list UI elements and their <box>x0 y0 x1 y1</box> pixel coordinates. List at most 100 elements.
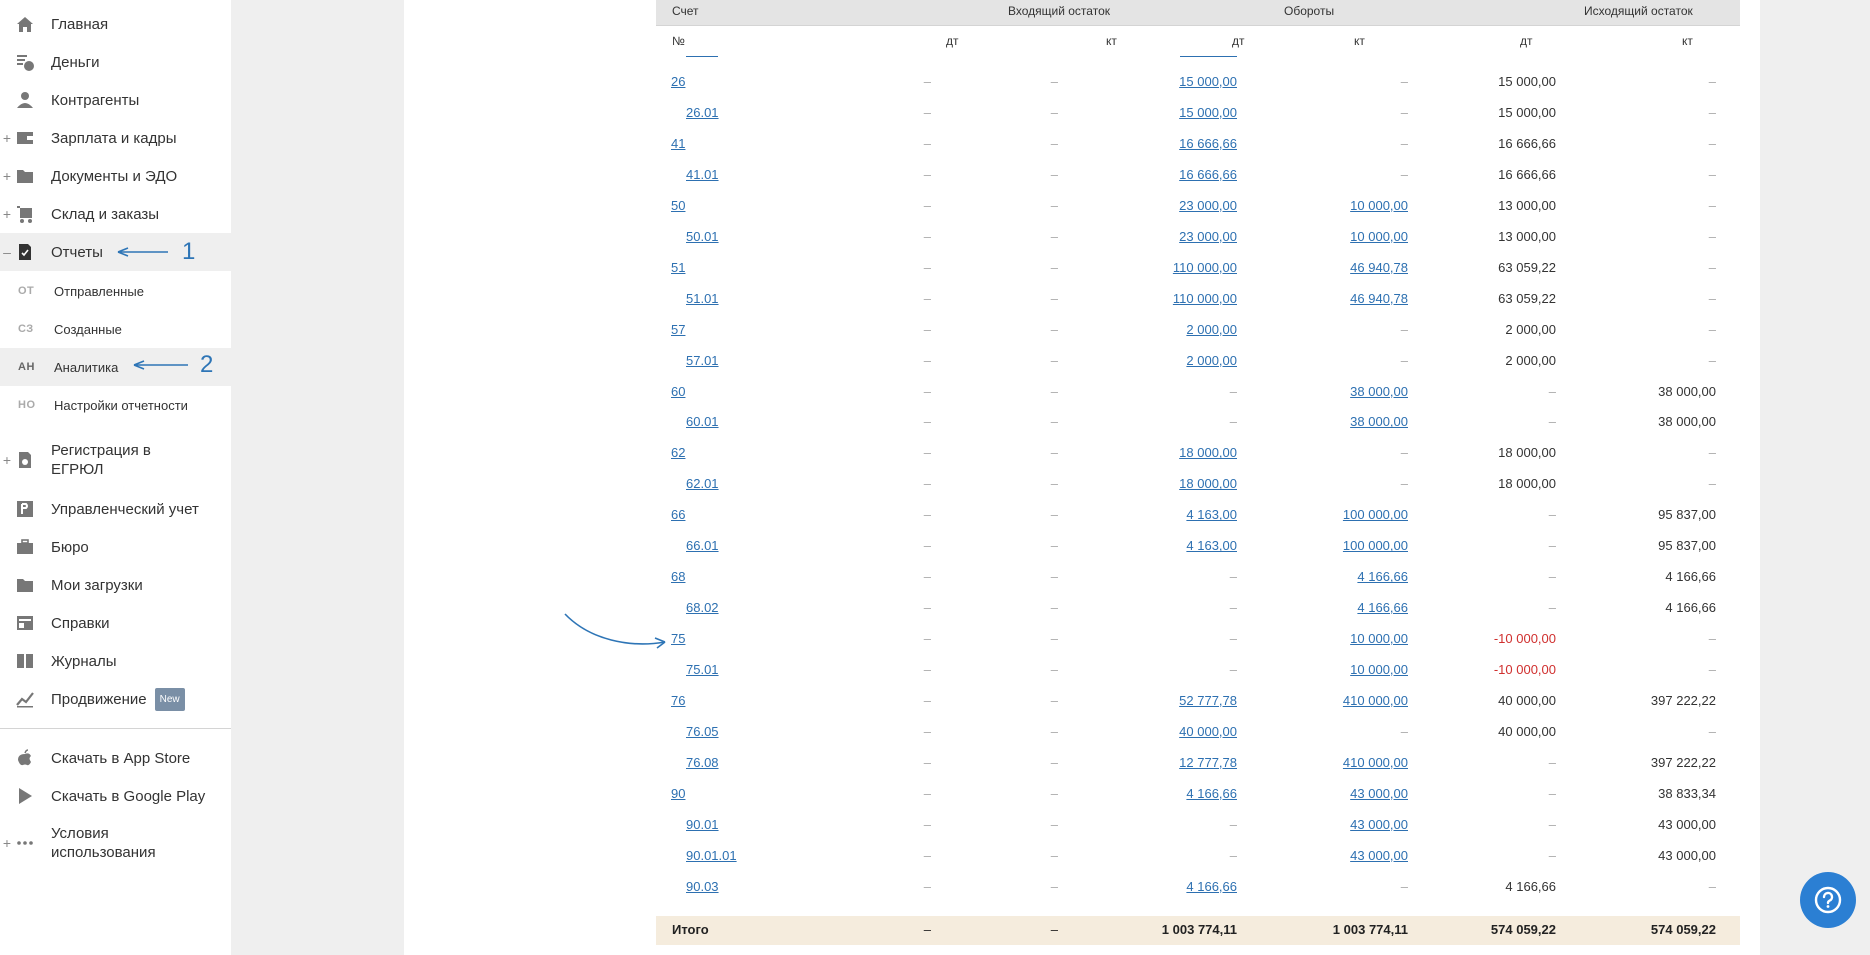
sidebar-item-label: Справки <box>51 614 110 632</box>
turnover-kt[interactable]: 46 940,78 <box>1268 260 1408 275</box>
sidebar-item-a-6[interactable]: – Отчеты <box>0 233 231 271</box>
turnover-kt[interactable]: 38 000,00 <box>1268 414 1408 429</box>
sidebar-item-a-3[interactable]: + Зарплата и кадры <box>0 119 231 157</box>
account-link[interactable]: 90.01 <box>686 817 719 832</box>
account-link[interactable]: 51.01 <box>686 291 719 306</box>
opening-dt: – <box>923 507 931 523</box>
expand-icon[interactable]: + <box>2 452 12 468</box>
account-link[interactable]: 90 <box>671 786 685 801</box>
account-link[interactable]: 62 <box>671 445 685 460</box>
opening-kt: – <box>1050 228 1058 244</box>
turnover-kt[interactable]: 43 000,00 <box>1268 786 1408 801</box>
turnover-dt[interactable]: 23 000,00 <box>1097 198 1237 213</box>
sidebar-subitem-3[interactable]: НО Настройки отчетности <box>0 386 231 424</box>
sidebar-item-a-5[interactable]: + Склад и заказы <box>0 195 231 233</box>
expand-icon[interactable]: + <box>2 835 12 851</box>
turnover-kt[interactable]: 43 000,00 <box>1268 848 1408 863</box>
account-link[interactable]: 26.01 <box>686 105 719 120</box>
collapse-icon[interactable]: – <box>2 244 12 260</box>
turnover-dt[interactable]: 4 163,00 <box>1097 538 1237 553</box>
turnover-kt[interactable]: 410 000,00 <box>1268 755 1408 770</box>
turnover-dt[interactable]: 40 000,00 <box>1097 724 1237 739</box>
account-link[interactable]: 76 <box>671 693 685 708</box>
turnover-dt[interactable]: 15 000,00 <box>1097 74 1237 89</box>
expand-icon[interactable]: + <box>2 206 12 222</box>
turnover-dt[interactable]: 15 000,00 <box>1097 105 1237 120</box>
turnover-dt[interactable]: 18 000,00 <box>1097 476 1237 491</box>
sidebar-item-c-1[interactable]: Скачать в Google Play <box>0 777 231 815</box>
sidebar-item-b-1[interactable]: Управленческий учет <box>0 490 231 528</box>
account-link[interactable]: 50 <box>671 198 685 213</box>
turnover-kt[interactable]: 10 000,00 <box>1268 662 1408 677</box>
sidebar-item-b-6[interactable]: Продвижение New <box>0 680 231 718</box>
turnover-dt[interactable]: 110 000,00 <box>1097 260 1237 275</box>
total-turnover-dt: 1 003 774,11 <box>1161 922 1237 937</box>
turnover-dt[interactable]: 4 163,00 <box>1097 507 1237 522</box>
account-link[interactable]: 60.01 <box>686 414 719 429</box>
opening-kt: – <box>1050 723 1058 739</box>
opening-kt: – <box>1050 476 1058 492</box>
turnover-dt[interactable]: 52 777,78 <box>1097 693 1237 708</box>
turnover-dt[interactable]: 23 000,00 <box>1097 229 1237 244</box>
turnover-dt[interactable]: 2 000,00 <box>1097 353 1237 368</box>
sidebar-item-c-2[interactable]: + Условия использования <box>0 824 231 862</box>
account-link[interactable]: 75.01 <box>686 662 719 677</box>
turnover-dt[interactable]: 16 666,66 <box>1097 136 1237 151</box>
sidebar-subitem-2[interactable]: АН Аналитика <box>0 348 231 386</box>
turnover-kt[interactable]: 10 000,00 <box>1268 631 1408 646</box>
turnover-kt[interactable]: 100 000,00 <box>1268 538 1408 553</box>
opening-kt: – <box>1050 197 1058 213</box>
account-link[interactable]: 68 <box>671 569 685 584</box>
sidebar-item-b-5[interactable]: Журналы <box>0 642 231 680</box>
account-link[interactable]: 41.01 <box>686 167 719 182</box>
turnover-kt[interactable]: 43 000,00 <box>1268 817 1408 832</box>
turnover-dt[interactable]: 16 666,66 <box>1097 167 1237 182</box>
account-link[interactable]: 41 <box>671 136 685 151</box>
help-button[interactable] <box>1800 872 1856 928</box>
turnover-kt[interactable]: 410 000,00 <box>1268 693 1408 708</box>
sidebar-item-a-1[interactable]: Деньги <box>0 43 231 81</box>
turnover-dt[interactable]: 4 166,66 <box>1097 786 1237 801</box>
turnover-kt[interactable]: 46 940,78 <box>1268 291 1408 306</box>
sidebar-item-a-0[interactable]: Главная <box>0 5 231 43</box>
sidebar-item-a-2[interactable]: Контрагенты <box>0 81 231 119</box>
turnover-dt[interactable]: 18 000,00 <box>1097 445 1237 460</box>
account-link[interactable]: 76.08 <box>686 755 719 770</box>
turnover-dt[interactable]: 12 777,78 <box>1097 755 1237 770</box>
sidebar-item-b-2[interactable]: Бюро <box>0 528 231 566</box>
account-link[interactable]: 75 <box>671 631 685 646</box>
turnover-dt[interactable]: 110 000,00 <box>1097 291 1237 306</box>
account-link[interactable]: 62.01 <box>686 476 719 491</box>
expand-icon[interactable]: + <box>2 168 12 184</box>
sidebar-item-c-0[interactable]: Скачать в App Store <box>0 739 231 777</box>
sidebar-item-b-4[interactable]: Справки <box>0 604 231 642</box>
sidebar-subitem-0[interactable]: ОТ Отправленные <box>0 272 231 310</box>
turnover-dt[interactable]: 4 166,66 <box>1097 879 1237 894</box>
opening-kt: – <box>1050 600 1058 616</box>
account-link[interactable]: 57.01 <box>686 353 719 368</box>
account-link[interactable]: 90.03 <box>686 879 719 894</box>
sidebar-subitem-1[interactable]: СЗ Созданные <box>0 310 231 348</box>
table-row: 75.01 – – – 10 000,00 -10 000,00 – <box>656 655 1740 686</box>
sidebar-item-b-3[interactable]: Мои загрузки <box>0 566 231 604</box>
turnover-kt[interactable]: 38 000,00 <box>1268 384 1408 399</box>
account-link[interactable]: 51 <box>671 260 685 275</box>
account-link[interactable]: 66 <box>671 507 685 522</box>
turnover-kt[interactable]: 10 000,00 <box>1268 229 1408 244</box>
account-link[interactable]: 76.05 <box>686 724 719 739</box>
account-link[interactable]: 26 <box>671 74 685 89</box>
turnover-kt[interactable]: 100 000,00 <box>1268 507 1408 522</box>
sidebar-item-a-4[interactable]: + Документы и ЭДО <box>0 157 231 195</box>
turnover-kt[interactable]: 4 166,66 <box>1268 600 1408 615</box>
account-link[interactable]: 60 <box>671 384 685 399</box>
turnover-dt[interactable]: 2 000,00 <box>1097 322 1237 337</box>
turnover-kt[interactable]: 10 000,00 <box>1268 198 1408 213</box>
account-link[interactable]: 57 <box>671 322 685 337</box>
account-link[interactable]: 66.01 <box>686 538 719 553</box>
account-link[interactable]: 50.01 <box>686 229 719 244</box>
turnover-kt[interactable]: 4 166,66 <box>1268 569 1408 584</box>
account-link[interactable]: 90.01.01 <box>686 848 737 863</box>
account-link[interactable]: 68.02 <box>686 600 719 615</box>
expand-icon[interactable]: + <box>2 130 12 146</box>
sidebar-item-b-0[interactable]: + Регистрация в ЕГРЮЛ <box>0 441 231 479</box>
